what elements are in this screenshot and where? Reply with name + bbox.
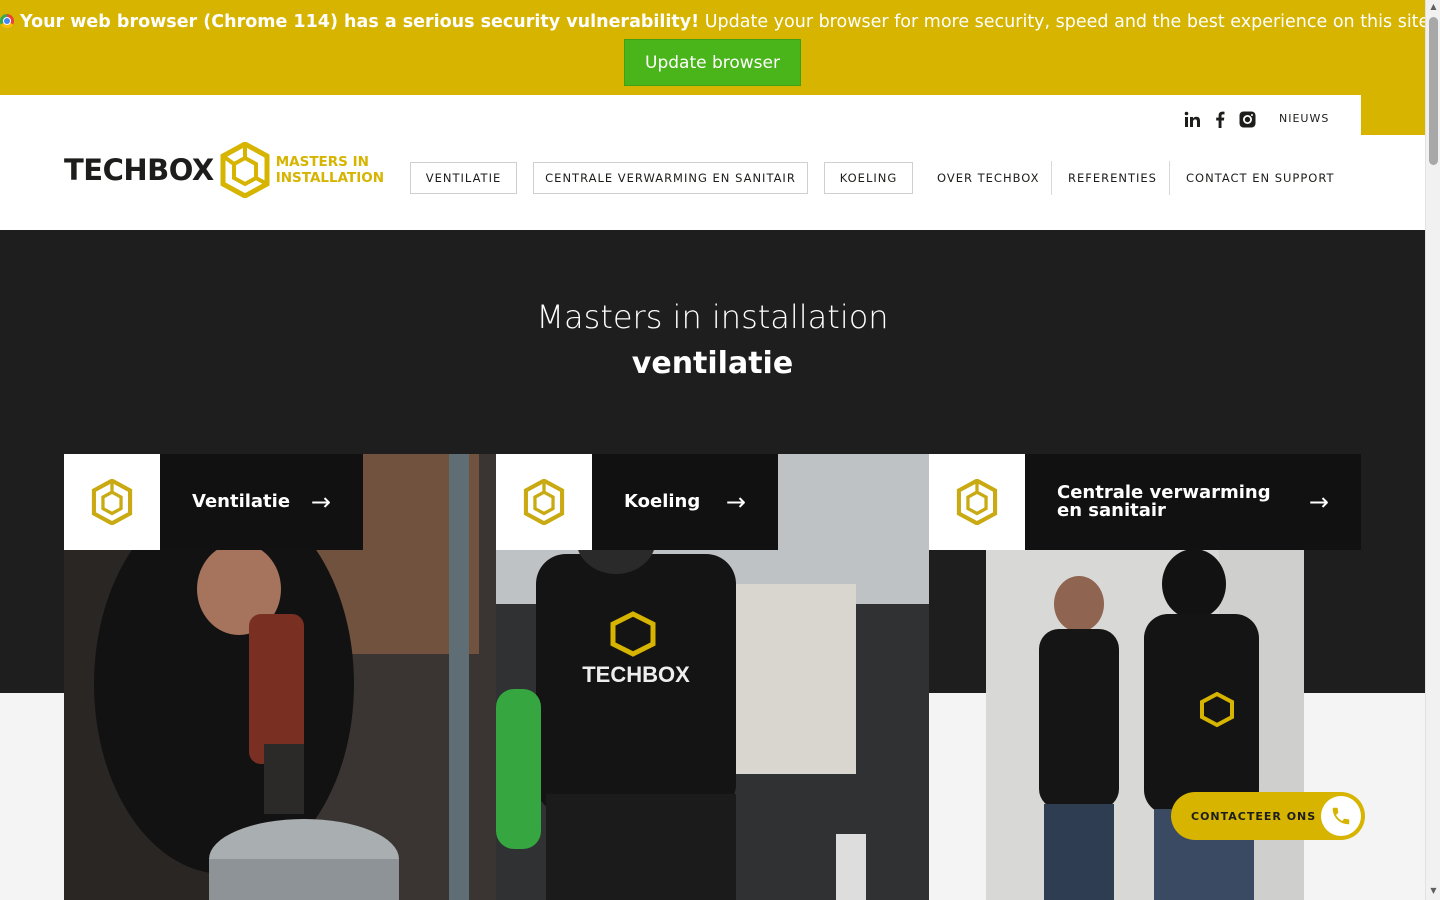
arrow-right-icon: → bbox=[725, 488, 746, 516]
cube-icon bbox=[956, 479, 998, 525]
social-links bbox=[1183, 110, 1201, 128]
browser-warning-text: Your web browser (Chrome 114) has a seri… bbox=[0, 12, 1435, 32]
card-label-ventilatie[interactable]: Ventilatie → bbox=[160, 454, 363, 550]
nav-over-techbox[interactable]: OVER TECHBOX bbox=[937, 161, 1039, 195]
instagram-wrap bbox=[1238, 110, 1256, 128]
nav-ventilatie[interactable]: VENTILATIE bbox=[410, 162, 517, 194]
nav-centrale-verwarming[interactable]: CENTRALE VERWARMING EN SANITAIR bbox=[533, 162, 808, 194]
site-header: NIEUWS TECHBOX MASTERS IN INSTALLATION V… bbox=[0, 95, 1425, 230]
logo-tagline: MASTERS IN INSTALLATION bbox=[276, 154, 384, 186]
card-title: Ventilatie bbox=[192, 491, 291, 512]
card-label-centrale-verwarming[interactable]: Centrale verwarming en sanitair → bbox=[1025, 454, 1361, 550]
nav-contact-support[interactable]: CONTACT EN SUPPORT bbox=[1186, 161, 1335, 195]
service-card-ventilatie[interactable]: Ventilatie → bbox=[64, 454, 496, 900]
chrome-icon bbox=[0, 14, 14, 28]
service-card-koeling[interactable]: TECHBOX Koeling → bbox=[496, 454, 929, 900]
logo-tagline-line1: MASTERS IN bbox=[275, 154, 369, 170]
instagram-icon[interactable] bbox=[1238, 110, 1256, 128]
hero-title: Masters in installation bbox=[536, 298, 889, 336]
card-icon-box bbox=[929, 454, 1025, 550]
card-label-koeling[interactable]: Koeling → bbox=[592, 454, 778, 550]
phone-icon bbox=[1321, 796, 1361, 836]
scroll-down-icon[interactable]: ▼ bbox=[1429, 886, 1438, 895]
warning-bold-text: Your web browser (Chrome 114) has a seri… bbox=[20, 12, 700, 32]
logo-wordmark: TECHBOX bbox=[64, 153, 214, 187]
card-icon-box bbox=[496, 454, 592, 550]
warning-text: Update your browser for more security, s… bbox=[699, 12, 1435, 32]
update-browser-button[interactable]: Update browser bbox=[624, 39, 801, 86]
nav-koeling[interactable]: KOELING bbox=[824, 162, 913, 194]
card-title: Koeling bbox=[624, 491, 701, 512]
contact-us-label: CONTACTEER ONS bbox=[1191, 809, 1317, 823]
arrow-right-icon: → bbox=[1308, 488, 1329, 516]
cube-icon bbox=[91, 479, 133, 525]
facebook-icon[interactable] bbox=[1211, 110, 1229, 128]
nav-referenties[interactable]: REFERENTIES bbox=[1068, 161, 1157, 195]
nav-separator bbox=[1169, 161, 1170, 195]
cube-icon bbox=[523, 479, 565, 525]
card-title: Centrale verwarming en sanitair bbox=[1057, 482, 1271, 521]
header-accent-tab bbox=[1361, 95, 1425, 135]
nav-separator bbox=[1051, 161, 1052, 195]
linkedin-icon[interactable] bbox=[1183, 110, 1201, 128]
hero-subtitle: ventilatie bbox=[631, 346, 794, 381]
browser-warning-banner: Your web browser (Chrome 114) has a seri… bbox=[0, 0, 1435, 95]
cube-logo-icon bbox=[220, 142, 270, 198]
facebook-wrap bbox=[1211, 110, 1229, 128]
page-scrollbar[interactable]: ▲ ▼ bbox=[1425, 0, 1440, 900]
scroll-up-icon[interactable]: ▲ bbox=[1429, 2, 1438, 11]
arrow-right-icon: → bbox=[310, 488, 331, 516]
scrollbar-thumb[interactable] bbox=[1429, 17, 1438, 165]
svg-text:TECHBOX: TECHBOX bbox=[582, 662, 690, 687]
contact-us-button[interactable]: CONTACTEER ONS bbox=[1171, 792, 1365, 840]
card-icon-box bbox=[64, 454, 160, 550]
techbox-logo[interactable]: TECHBOX MASTERS IN INSTALLATION bbox=[64, 142, 384, 198]
logo-tagline-line2: INSTALLATION bbox=[275, 170, 384, 186]
news-link[interactable]: NIEUWS bbox=[1279, 112, 1329, 125]
